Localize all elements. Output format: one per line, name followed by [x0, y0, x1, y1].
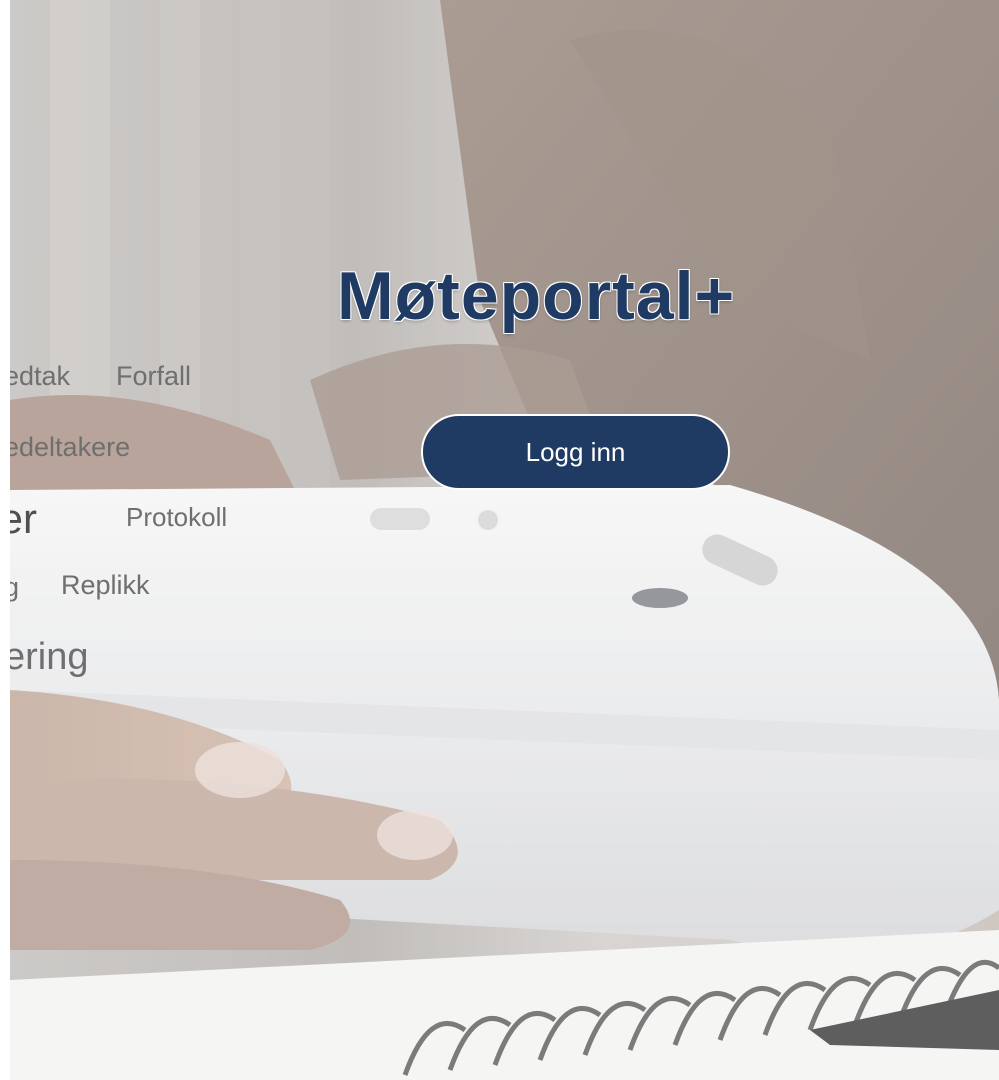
brand-logo: Møteportal+ — [337, 258, 736, 334]
bg-word-vedtak: edtak — [4, 361, 71, 391]
bg-word-replikk: Replikk — [61, 570, 150, 600]
bg-word-protokoll: Protokoll — [126, 502, 228, 532]
bg-word-ering: ering — [4, 636, 89, 678]
left-edge — [0, 0, 10, 1080]
bg-word-forfall: Forfall — [116, 361, 192, 391]
login-button[interactable]: Logg inn — [421, 414, 730, 490]
login-page: edtak Forfall edeltakere ter Protokoll g… — [0, 0, 999, 1080]
bg-word-deltakere: edeltakere — [4, 432, 131, 462]
background-overlay — [10, 0, 999, 1080]
